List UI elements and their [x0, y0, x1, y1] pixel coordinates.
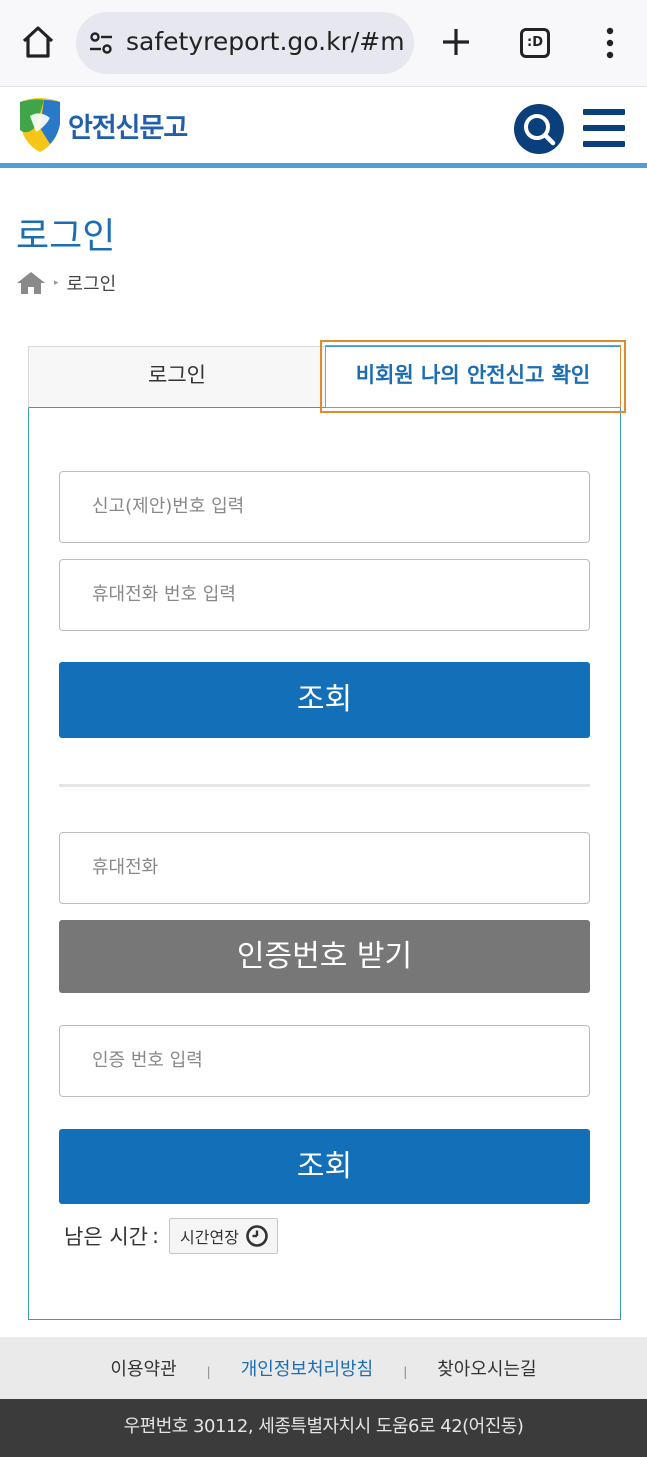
search-button[interactable]: [514, 104, 564, 154]
tab-guest-report-check[interactable]: 비회원 나의 안전신고 확인: [326, 346, 621, 408]
address-bar[interactable]: safetyreport.go.kr/#m: [76, 12, 414, 74]
logo-shield-icon[interactable]: [16, 96, 64, 154]
url-text: safetyreport.go.kr/#m: [126, 27, 405, 56]
remaining-time-colon: :: [151, 1224, 160, 1248]
breadcrumb-arrow-icon: ▸: [54, 278, 59, 288]
verification-code-input[interactable]: 인증 번호 입력: [59, 1025, 590, 1097]
footer-links: 이용약관 | 개인정보처리방침 | 찾아오시는길: [0, 1337, 647, 1399]
phone-number-input[interactable]: 휴대전화 번호 입력: [59, 559, 590, 631]
search-button-2[interactable]: 조회: [59, 1129, 590, 1204]
terms-link[interactable]: 이용약관: [110, 1355, 176, 1381]
footer-separator: |: [403, 1365, 408, 1379]
browser-toolbar: safetyreport.go.kr/#m :D: [0, 0, 647, 87]
extend-time-label: 시간연장: [180, 1228, 239, 1247]
logo-text[interactable]: 안전신문고: [68, 106, 188, 145]
remaining-time-row: 남은 시간 : 시간연장: [64, 1218, 278, 1254]
new-tab-icon[interactable]: [440, 26, 472, 58]
more-menu-icon[interactable]: [600, 26, 620, 60]
extend-time-button[interactable]: 시간연장: [169, 1218, 278, 1254]
breadcrumb-home-icon[interactable]: [16, 271, 46, 295]
mobile-phone-input[interactable]: 휴대전화: [59, 832, 590, 904]
section-divider: [59, 784, 590, 787]
home-icon[interactable]: [20, 24, 56, 60]
get-verification-code-button[interactable]: 인증번호 받기: [59, 920, 590, 993]
site-settings-icon[interactable]: [88, 30, 114, 56]
breadcrumb-current: 로그인: [66, 274, 117, 295]
hamburger-menu-icon[interactable]: [583, 109, 625, 147]
breadcrumb: ▸ 로그인: [16, 270, 116, 296]
site-header: 안전신문고: [0, 88, 647, 168]
search-icon: [524, 114, 556, 146]
tab-login[interactable]: 로그인: [28, 346, 326, 408]
privacy-policy-link[interactable]: 개인정보처리방침: [241, 1355, 373, 1381]
footer-address: 우편번호 30112, 세종특별자치시 도움6로 42(어진동): [0, 1399, 647, 1457]
tab-switcher-button[interactable]: :D: [520, 28, 550, 58]
report-number-input[interactable]: 신고(제안)번호 입력: [59, 471, 590, 543]
remaining-time-label: 남은 시간: [64, 1225, 148, 1249]
search-button-1[interactable]: 조회: [59, 662, 590, 738]
page-title: 로그인: [16, 216, 116, 257]
clock-icon: [246, 1225, 268, 1247]
footer-separator: |: [206, 1365, 211, 1379]
directions-link[interactable]: 찾아오시는길: [437, 1355, 536, 1381]
